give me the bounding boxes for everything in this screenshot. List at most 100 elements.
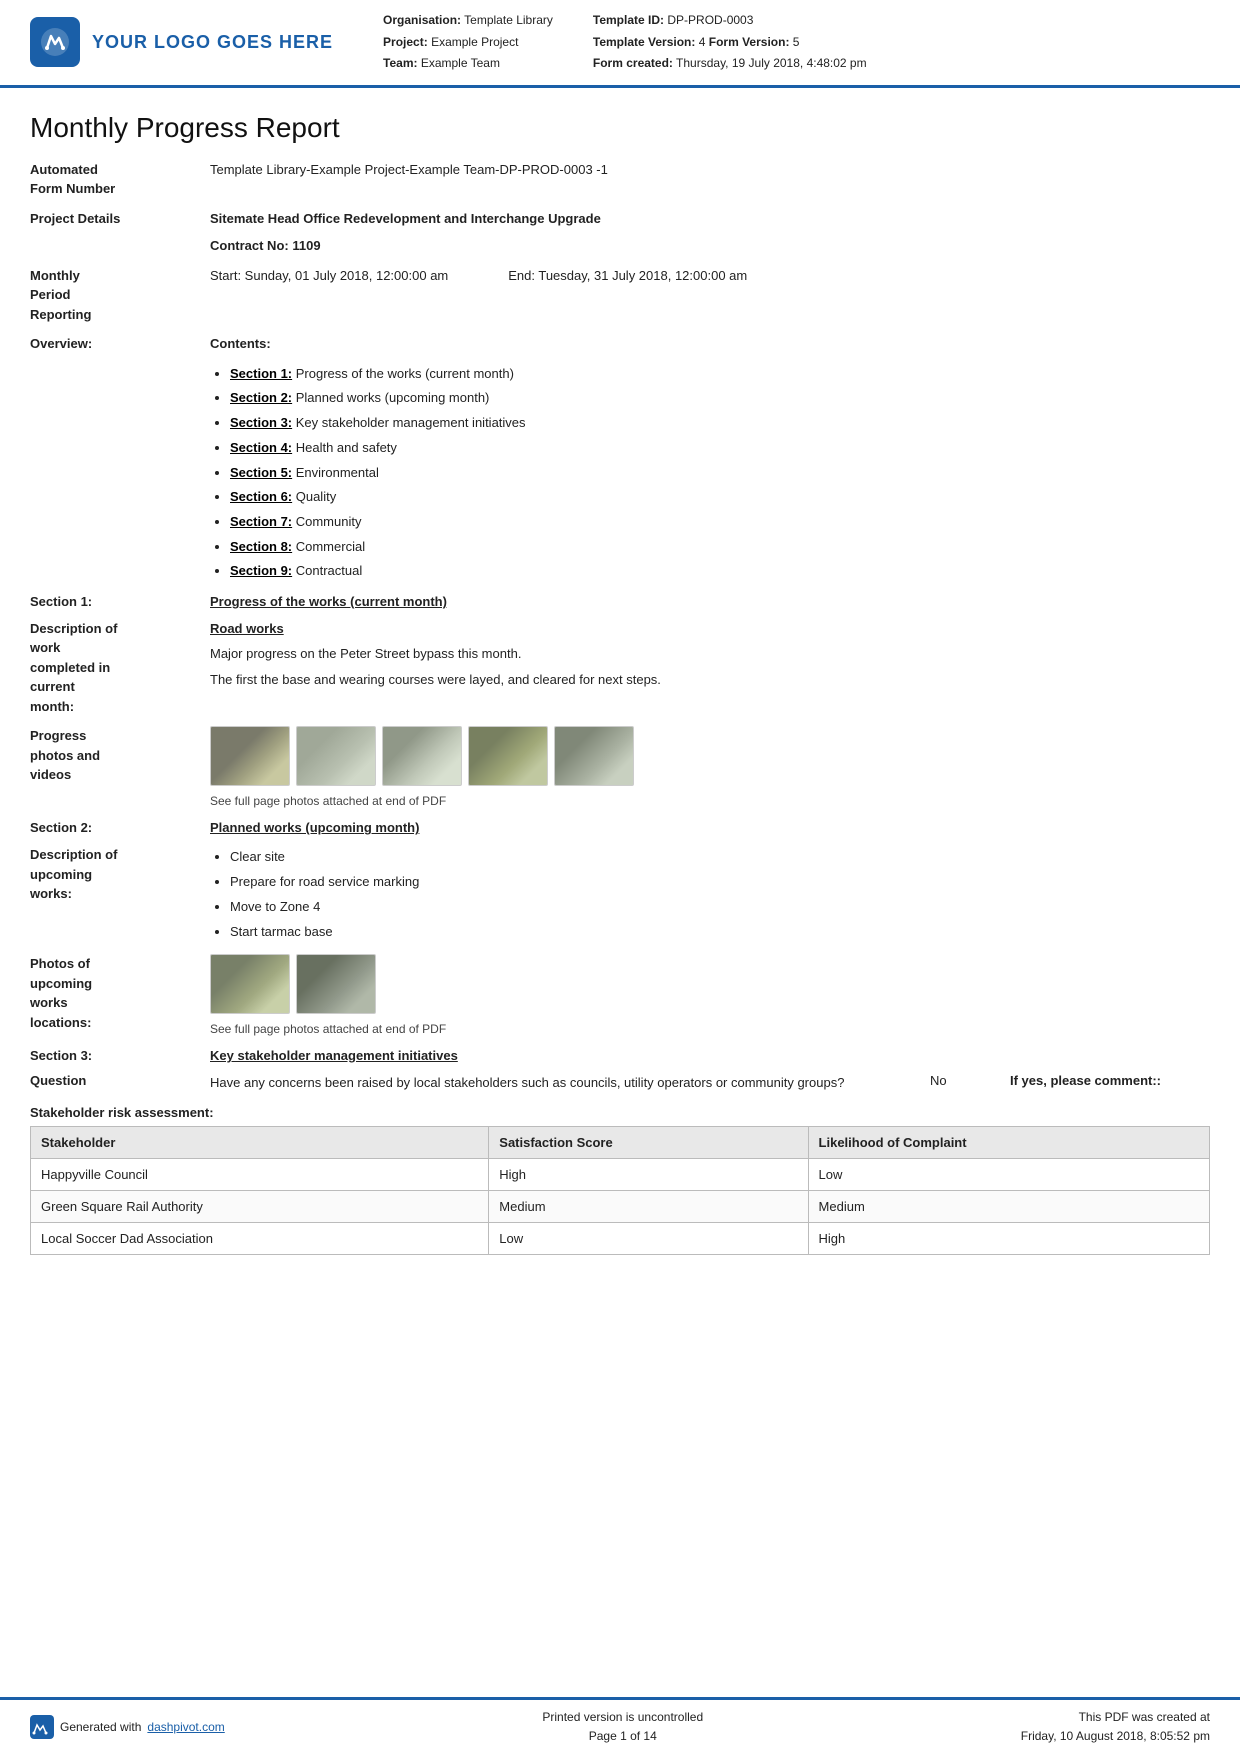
list-item: Section 9: Contractual (230, 559, 1210, 584)
upcoming-works-value: Clear site Prepare for road service mark… (210, 845, 1210, 944)
header-meta-left: Organisation: Template Library Project: … (383, 10, 553, 75)
section3-link[interactable]: Section 3: (230, 415, 292, 430)
section1-header-row: Section 1: Progress of the works (curren… (30, 594, 1210, 609)
upcoming-photo-thumb-2 (296, 954, 376, 1014)
upcoming-works-row: Description ofupcomingworks: Clear site … (30, 845, 1210, 944)
form-number-value: Template Library-Example Project-Example… (210, 160, 1210, 180)
team-label: Team: (383, 56, 417, 70)
form-version-value: 5 (793, 35, 800, 49)
section5-text: Environmental (292, 465, 379, 480)
header: YOUR LOGO GOES HERE Organisation: Templa… (0, 0, 1240, 88)
list-item: Section 2: Planned works (upcoming month… (230, 386, 1210, 411)
upcoming-photos-label: Photos ofupcomingworkslocations: (30, 954, 210, 1032)
section3-title: Key stakeholder management initiatives (210, 1048, 458, 1063)
section1-label: Section 1: (30, 594, 210, 609)
report-title: Monthly Progress Report (30, 112, 1210, 144)
stakeholder-section-title: Stakeholder risk assessment: (30, 1105, 1210, 1120)
list-item: Section 6: Quality (230, 485, 1210, 510)
section8-text: Commercial (292, 539, 365, 554)
works-item-4: Start tarmac base (230, 924, 333, 939)
upcoming-photos-row: Photos ofupcomingworkslocations: See ful… (30, 954, 1210, 1038)
stakeholder-section: Stakeholder risk assessment: Stakeholder… (30, 1105, 1210, 1255)
works-item-2: Prepare for road service marking (230, 874, 419, 889)
overview-row: Overview: Contents: Section 1: Progress … (30, 334, 1210, 584)
section4-link[interactable]: Section 4: (230, 440, 292, 455)
overview-value: Contents: Section 1: Progress of the wor… (210, 334, 1210, 584)
period-start: Start: Sunday, 01 July 2018, 12:00:00 am (210, 266, 448, 325)
list-item: Clear site (230, 845, 1210, 870)
monthly-period-row: MonthlyPeriodReporting Start: Sunday, 01… (30, 266, 1210, 325)
list-item: Section 8: Commercial (230, 535, 1210, 560)
section5-link[interactable]: Section 5: (230, 465, 292, 480)
footer-center: Printed version is uncontrolled Page 1 o… (542, 1708, 703, 1746)
upcoming-photos-container (210, 954, 1210, 1014)
contract-value: 1109 (292, 238, 320, 253)
desc-work-line1: Major progress on the Peter Street bypas… (210, 644, 1210, 664)
satisfaction-3: Low (489, 1222, 808, 1254)
photos-container (210, 726, 1210, 786)
footer-logo-icon (30, 1715, 54, 1739)
photos-caption: See full page photos attached at end of … (210, 792, 1210, 810)
section8-link[interactable]: Section 8: (230, 539, 292, 554)
footer-center-line1: Printed version is uncontrolled (542, 1708, 703, 1727)
photos-value: See full page photos attached at end of … (210, 726, 1210, 810)
list-item: Section 5: Environmental (230, 461, 1210, 486)
project-label: Project: (383, 35, 428, 49)
footer-center-line2: Page 1 of 14 (542, 1727, 703, 1746)
section3-label: Section 3: (30, 1048, 210, 1063)
question-row: Question Have any concerns been raised b… (30, 1073, 1210, 1093)
project-details-label: Project Details (30, 209, 210, 229)
org-value: Template Library (464, 13, 553, 27)
desc-work-line2: The first the base and wearing courses w… (210, 670, 1210, 690)
contents-list: Section 1: Progress of the works (curren… (210, 362, 1210, 584)
satisfaction-2: Medium (489, 1190, 808, 1222)
question-text: Have any concerns been raised by local s… (210, 1073, 910, 1093)
stakeholder-name-1: Happyville Council (31, 1158, 489, 1190)
question-comment: If yes, please comment:: (1010, 1073, 1210, 1093)
likelihood-3: High (808, 1222, 1209, 1254)
works-item-3: Move to Zone 4 (230, 899, 320, 914)
list-item: Move to Zone 4 (230, 895, 1210, 920)
photo-thumb-4 (468, 726, 548, 786)
question-answer: No (930, 1073, 990, 1093)
form-created-value: Thursday, 19 July 2018, 4:48:02 pm (676, 56, 867, 70)
table-header-satisfaction: Satisfaction Score (489, 1126, 808, 1158)
form-created-label: Form created: (593, 56, 673, 70)
section1-title: Progress of the works (current month) (210, 594, 447, 609)
section7-text: Community (292, 514, 361, 529)
works-item-1: Clear site (230, 849, 285, 864)
section2-link[interactable]: Section 2: (230, 390, 292, 405)
team-value: Example Team (421, 56, 500, 70)
header-meta: Organisation: Template Library Project: … (353, 10, 1210, 75)
logo-text: YOUR LOGO GOES HERE (92, 32, 333, 53)
footer: Generated with dashpivot.com Printed ver… (0, 1697, 1240, 1754)
section7-link[interactable]: Section 7: (230, 514, 292, 529)
form-number-label: AutomatedForm Number (30, 160, 210, 199)
section1-link[interactable]: Section 1: (230, 366, 292, 381)
contents-label: Contents: (210, 334, 1210, 354)
table-header-likelihood: Likelihood of Complaint (808, 1126, 1209, 1158)
stakeholder-name-3: Local Soccer Dad Association (31, 1222, 489, 1254)
footer-generated-text: Generated with (60, 1720, 141, 1734)
footer-link[interactable]: dashpivot.com (147, 1720, 224, 1734)
photo-thumb-5 (554, 726, 634, 786)
footer-right-line1: This PDF was created at (1021, 1708, 1210, 1727)
desc-work-label: Description ofworkcompleted incurrentmon… (30, 619, 210, 717)
desc-work-row: Description ofworkcompleted incurrentmon… (30, 619, 1210, 717)
logo-area: YOUR LOGO GOES HERE (30, 10, 333, 75)
section9-link[interactable]: Section 9: (230, 563, 292, 578)
desc-work-heading: Road works (210, 619, 1210, 639)
section2-text: Planned works (upcoming month) (292, 390, 489, 405)
footer-right-line2: Friday, 10 August 2018, 8:05:52 pm (1021, 1727, 1210, 1746)
section2-title: Planned works (upcoming month) (210, 820, 419, 835)
overview-label: Overview: (30, 334, 210, 354)
upcoming-photo-thumb-1 (210, 954, 290, 1014)
contract-line: Contract No: 1109 (210, 236, 1210, 256)
stakeholder-table: Stakeholder Satisfaction Score Likelihoo… (30, 1126, 1210, 1255)
list-item: Section 4: Health and safety (230, 436, 1210, 461)
table-row: Happyville Council High Low (31, 1158, 1210, 1190)
table-header-stakeholder: Stakeholder (31, 1126, 489, 1158)
works-list: Clear site Prepare for road service mark… (210, 845, 1210, 944)
photos-row: Progressphotos andvideos See full page p… (30, 726, 1210, 810)
section6-link[interactable]: Section 6: (230, 489, 292, 504)
